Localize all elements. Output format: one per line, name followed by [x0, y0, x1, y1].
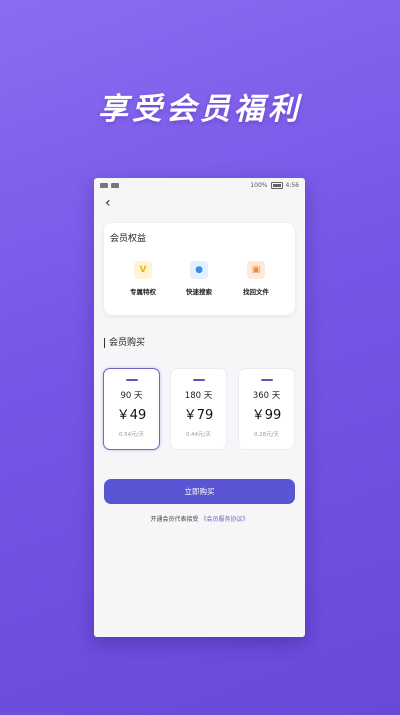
benefit-label: 快速搜索 — [186, 288, 212, 296]
purchase-section-title: 会员购买 — [104, 338, 145, 348]
benefit-recover-files[interactable]: ▣ 找回文件 — [231, 261, 281, 296]
benefit-quick-search[interactable]: ● 快速搜索 — [174, 261, 224, 296]
plan-card-360[interactable]: 360 天 ￥99 0.28元/天 — [238, 368, 295, 450]
promo-title: 享受会员福利 — [98, 92, 302, 127]
benefit-label: 专属特权 — [130, 288, 156, 296]
lock-icon: ▣ — [247, 261, 265, 279]
status-icons-right: 100% 4:56 — [250, 181, 299, 189]
plan-duration: 360 天 — [252, 391, 281, 401]
battery-icon — [270, 181, 283, 189]
battery-percent: 100% — [250, 181, 268, 189]
plan-card-180[interactable]: 180 天 ￥79 0.44元/天 — [170, 368, 227, 450]
status-bar: 100% 4:56 — [94, 178, 305, 192]
plan-duration: 90 天 — [120, 391, 143, 401]
service-agreement-link[interactable]: 《会员服务协议》 — [200, 516, 248, 523]
chevron-left-icon: ‹ — [105, 195, 111, 211]
benefits-card: 会员权益 V 专属特权 ● 快速搜索 ▣ 找回文件 — [104, 223, 295, 315]
phone-screen: 100% 4:56 ‹ 会员权益 V 专属特权 ● 快速搜索 ▣ 找回文件 会员… — [94, 178, 305, 637]
signal-icon — [100, 182, 108, 188]
v-badge-icon: V — [134, 261, 152, 279]
plan-daily-price: 0.44元/天 — [185, 432, 212, 438]
plan-price: ￥99 — [251, 408, 282, 423]
plan-daily-price: 0.28元/天 — [253, 432, 280, 438]
status-time: 4:56 — [285, 181, 299, 189]
back-button[interactable]: ‹ — [105, 194, 121, 212]
plan-accent-bar — [192, 379, 205, 381]
wifi-icon — [111, 182, 119, 188]
search-badge-icon: ● — [190, 261, 208, 279]
plan-daily-price: 0.54元/天 — [118, 432, 145, 438]
plan-price: ￥79 — [183, 408, 214, 423]
benefit-label: 找回文件 — [243, 288, 269, 296]
status-icons-left — [100, 182, 119, 188]
plan-accent-bar — [260, 379, 273, 381]
plan-price: ￥49 — [116, 408, 147, 423]
plan-accent-bar — [125, 379, 138, 381]
plan-duration: 180 天 — [184, 391, 213, 401]
agreement-text: 开通会员代表接受 《会员服务协议》 — [94, 514, 305, 523]
agreement-prefix: 开通会员代表接受 — [150, 516, 199, 523]
benefits-title: 会员权益 — [110, 234, 147, 244]
buy-now-button[interactable]: 立即购买 — [104, 479, 295, 504]
plan-card-90[interactable]: 90 天 ￥49 0.54元/天 — [103, 368, 160, 450]
benefit-exclusive[interactable]: V 专属特权 — [118, 261, 168, 296]
